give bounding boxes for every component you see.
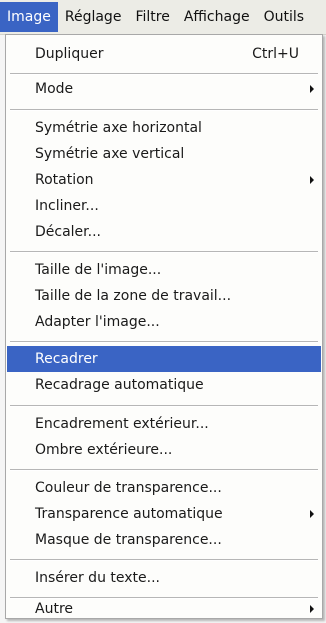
submenu-arrow-icon (310, 176, 314, 184)
menu-item-label: Insérer du texte... (35, 570, 160, 586)
menu-outils[interactable]: Outils (257, 2, 311, 32)
menu-item-inserer-texte[interactable]: Insérer du texte... (7, 565, 321, 591)
menu-item-recadrage-automatique[interactable]: Recadrage automatique (7, 372, 321, 398)
menu-separator (10, 251, 318, 253)
menu-item-transparence-automatique[interactable]: Transparence automatique (7, 501, 321, 527)
menu-item-label: Couleur de transparence... (35, 480, 222, 496)
menu-item-autre[interactable]: Autre (7, 599, 321, 619)
menu-item-mode[interactable]: Mode (7, 76, 321, 102)
submenu-arrow-icon (310, 510, 314, 518)
menu-image[interactable]: Image (0, 2, 58, 32)
menu-bar: Image Réglage Filtre Affichage Outils (0, 0, 326, 35)
menu-item-label: Rotation (35, 172, 94, 188)
menu-item-label: Symétrie axe horizontal (35, 120, 202, 136)
menu-separator (10, 559, 318, 561)
menu-item-label: Incliner... (35, 198, 99, 214)
menu-item-label: Mode (35, 81, 74, 97)
menu-item-label: Décaler... (35, 224, 101, 240)
menu-item-label: Ombre extérieure... (35, 442, 173, 458)
menu-item-label: Transparence automatique (35, 506, 223, 522)
menu-item-label: Recadrage automatique (35, 377, 204, 393)
menu-item-symetrie-horizontal[interactable]: Symétrie axe horizontal (7, 115, 321, 141)
menu-separator (10, 341, 318, 343)
menu-item-label: Recadrer (35, 351, 98, 367)
menu-affichage[interactable]: Affichage (177, 2, 257, 32)
menu-item-taille-zone-travail[interactable]: Taille de la zone de travail... (7, 283, 321, 309)
menu-item-recadrer[interactable]: Recadrer (7, 346, 321, 372)
menu-item-label: Taille de l'image... (35, 262, 162, 278)
image-dropdown-menu: Dupliquer Ctrl+U Mode Symétrie axe horiz… (5, 34, 323, 619)
menu-item-encadrement-exterieur[interactable]: Encadrement extérieur... (7, 411, 321, 437)
menu-item-shortcut: Ctrl+U (252, 46, 299, 62)
menu-filtre[interactable]: Filtre (128, 2, 176, 32)
submenu-arrow-icon (310, 85, 314, 93)
menu-item-decaler[interactable]: Décaler... (7, 219, 321, 245)
menu-item-adapter-image[interactable]: Adapter l'image... (7, 309, 321, 335)
menu-separator (10, 73, 318, 75)
menu-item-rotation[interactable]: Rotation (7, 167, 321, 193)
menu-item-label: Encadrement extérieur... (35, 416, 209, 432)
menu-separator (10, 469, 318, 471)
menu-item-label: Autre (35, 601, 74, 617)
menu-item-label: Adapter l'image... (35, 314, 160, 330)
menu-item-dupliquer[interactable]: Dupliquer Ctrl+U (7, 41, 321, 67)
menu-item-taille-image[interactable]: Taille de l'image... (7, 257, 321, 283)
menu-separator (10, 109, 318, 111)
menu-item-label: Dupliquer (35, 46, 104, 62)
menu-item-label: Taille de la zone de travail... (35, 288, 232, 304)
menu-item-masque-transparence[interactable]: Masque de transparence... (7, 527, 321, 553)
menu-reglage[interactable]: Réglage (58, 2, 129, 32)
menu-item-label: Symétrie axe vertical (35, 146, 185, 162)
menu-item-incliner[interactable]: Incliner... (7, 193, 321, 219)
menu-item-couleur-transparence[interactable]: Couleur de transparence... (7, 475, 321, 501)
menu-item-ombre-exterieure[interactable]: Ombre extérieure... (7, 437, 321, 463)
menu-item-label: Masque de transparence... (35, 532, 222, 548)
submenu-arrow-icon (310, 605, 314, 613)
menu-separator (10, 405, 318, 407)
menu-item-symetrie-vertical[interactable]: Symétrie axe vertical (7, 141, 321, 167)
